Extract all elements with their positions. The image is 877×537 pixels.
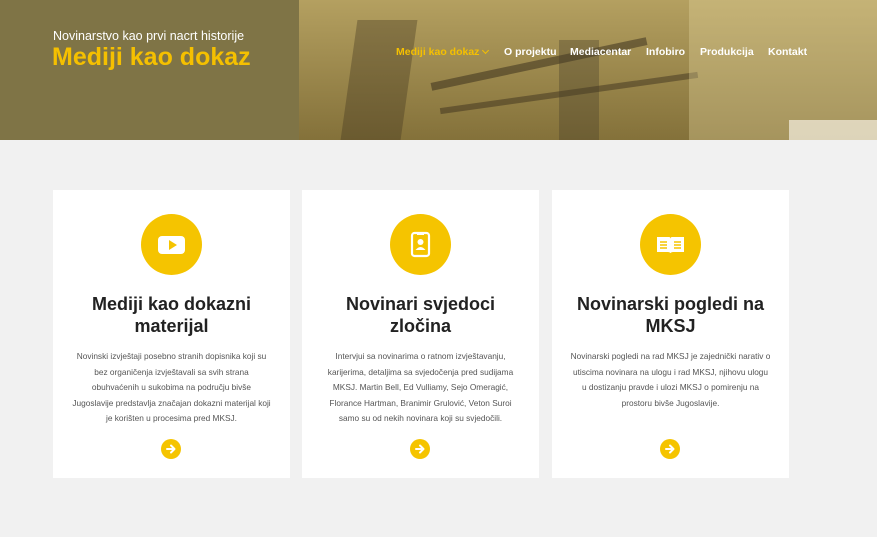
icon-circle (390, 214, 451, 275)
header-background-photo (299, 0, 877, 140)
nav-item-produkcija[interactable]: Produkcija (700, 46, 754, 58)
card-text: Novinarski pogledi na rad MKSJ je zajedn… (570, 351, 771, 408)
nav-item-kontakt[interactable]: Kontakt (768, 46, 807, 58)
card-title[interactable]: Novinarski pogledi na MKSJ (552, 293, 789, 337)
nav-item-mediji-kao-dokaz[interactable]: Mediji kao dokaz (396, 46, 490, 58)
id-badge-icon (410, 231, 431, 258)
site-header: Novinarstvo kao prvi nacrt historije Med… (0, 0, 877, 140)
arrow-right-icon[interactable] (660, 439, 680, 459)
arrow-right-icon[interactable] (161, 439, 181, 459)
chevron-down-icon (482, 46, 490, 55)
nav-item-label: Mediji kao dokaz (396, 46, 480, 58)
icon-circle (141, 214, 202, 275)
feature-card-pogledi: Novinarski pogledi na MKSJ Novinarski po… (552, 190, 789, 478)
card-title[interactable]: Novinari svjedoci zločina (302, 293, 539, 337)
site-tagline: Novinarstvo kao prvi nacrt historije (53, 29, 245, 43)
card-title[interactable]: Mediji kao dokazni materijal (53, 293, 290, 337)
nav-item-mediacentar[interactable]: Mediacentar (570, 46, 631, 58)
open-book-icon (657, 237, 684, 253)
feature-card-mediji: Mediji kao dokazni materijal Novinski iz… (53, 190, 290, 478)
feature-card-novinari: Novinari svjedoci zločina Intervjui sa n… (302, 190, 539, 478)
nav-item-o-projektu[interactable]: O projektu (504, 46, 557, 58)
card-text: Novinski izvještaji posebno stranih dopi… (72, 351, 271, 423)
video-play-icon (158, 236, 185, 254)
icon-circle (640, 214, 701, 275)
card-text: Intervjui sa novinarima o ratnom izvješt… (327, 351, 514, 423)
arrow-right-icon[interactable] (410, 439, 430, 459)
site-title[interactable]: Mediji kao dokaz (52, 43, 251, 72)
nav-item-infobiro[interactable]: Infobiro (646, 46, 685, 58)
